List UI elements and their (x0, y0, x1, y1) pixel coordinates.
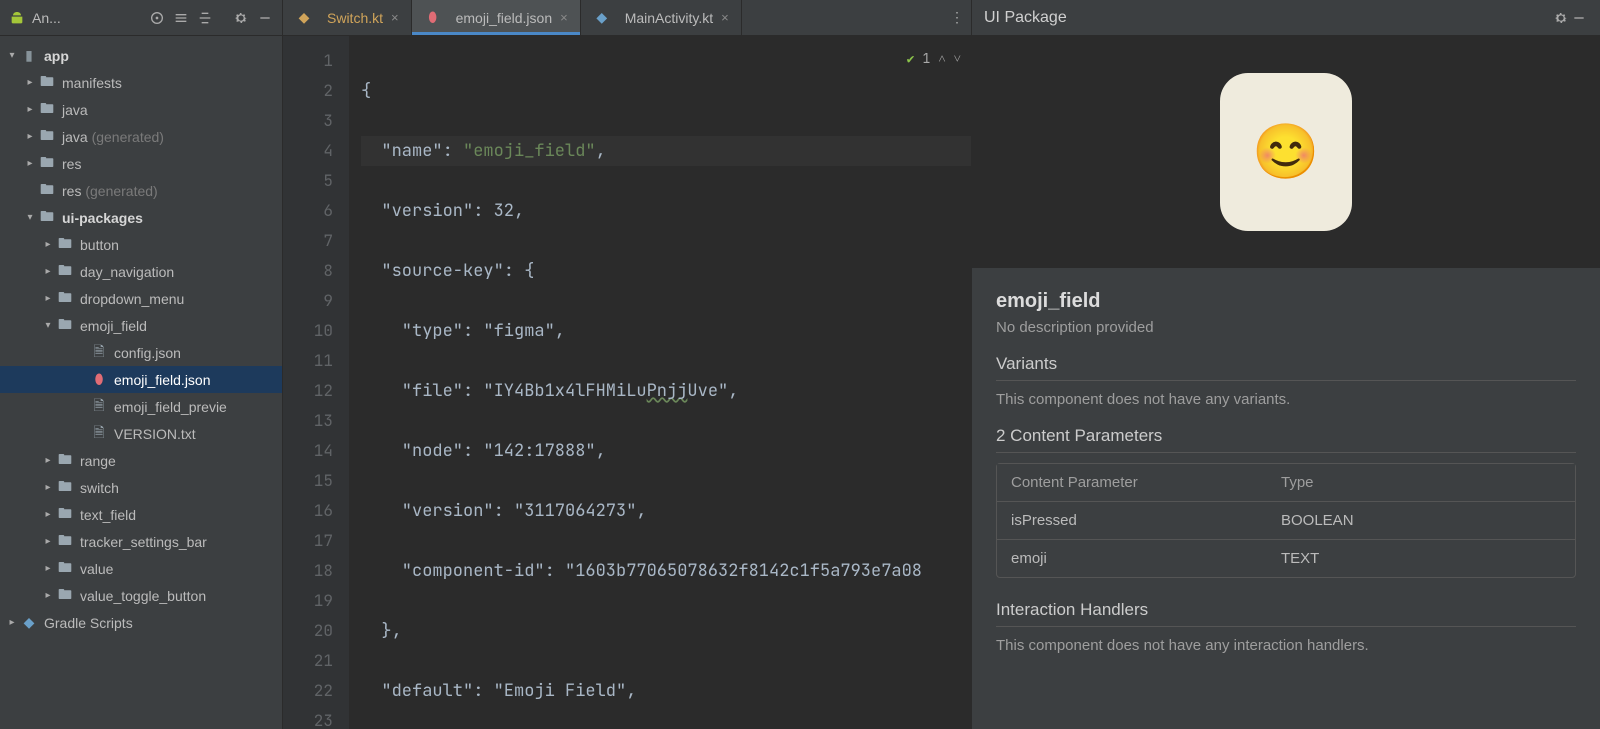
tree-node-range[interactable]: ▸🖿range (0, 447, 282, 474)
project-panel: An... ▾▮app ▸🖿manifests ▸🖿java ▸🖿java (g… (0, 0, 282, 729)
code-area[interactable]: { "name": "emoji_field", "version": 32, … (349, 36, 971, 729)
emoji-preview-card: 😊 (1220, 73, 1352, 231)
expand-icon[interactable] (172, 9, 190, 27)
tree-node-tracker-settings-bar[interactable]: ▸🖿tracker_settings_bar (0, 528, 282, 555)
android-icon[interactable] (8, 9, 26, 27)
tree-file-emoji-field-preview[interactable]: 🗎emoji_field_previe (0, 393, 282, 420)
close-icon[interactable]: × (391, 10, 399, 25)
gutter: 1234567891011121314151617181920212223 (283, 36, 349, 729)
project-tree: ▾▮app ▸🖿manifests ▸🖿java ▸🖿java (generat… (0, 36, 282, 729)
table-header-row: Content Parameter Type (997, 464, 1575, 501)
chevron-down-icon[interactable]: ˅ (954, 44, 961, 74)
tree-file-version-txt[interactable]: 🗎VERSION.txt (0, 420, 282, 447)
component-details: emoji_field No description provided Vari… (972, 268, 1600, 729)
tree-node-java-generated[interactable]: ▸🖿java (generated) (0, 123, 282, 150)
col-content-parameter: Content Parameter (997, 464, 1267, 501)
tree-node-manifests[interactable]: ▸🖿manifests (0, 69, 282, 96)
col-type: Type (1267, 464, 1575, 501)
collapse-icon[interactable] (196, 9, 214, 27)
tree-node-switch[interactable]: ▸🖿switch (0, 474, 282, 501)
check-icon: ✔ (907, 44, 915, 74)
target-icon[interactable] (148, 9, 166, 27)
tree-node-button[interactable]: ▸🖿button (0, 231, 282, 258)
minimize-icon[interactable] (1570, 9, 1588, 27)
gear-icon[interactable] (232, 9, 250, 27)
tree-node-java[interactable]: ▸🖿java (0, 96, 282, 123)
component-description: No description provided (996, 319, 1576, 336)
ui-package-header: UI Package (972, 0, 1600, 36)
minimize-icon[interactable] (256, 9, 274, 27)
editor-panel: ◆ Switch.kt × ⬮ emoji_field.json × ◆ Mai… (282, 0, 971, 729)
tree-node-dropdown-menu[interactable]: ▸🖿dropdown_menu (0, 285, 282, 312)
component-name: emoji_field (996, 290, 1576, 313)
chevron-up-icon[interactable]: ˄ (938, 44, 945, 74)
tab-emoji-field-json[interactable]: ⬮ emoji_field.json × (412, 0, 581, 35)
ui-package-panel: UI Package 😊 emoji_field No description … (971, 0, 1600, 729)
inspection-overlay: ✔ 1 ˄ ˅ (907, 44, 961, 74)
interactions-note: This component does not have any interac… (996, 637, 1576, 654)
interactions-heading: Interaction Handlers (996, 600, 1576, 627)
code-editor[interactable]: 1234567891011121314151617181920212223 { … (283, 36, 971, 729)
tab-main-activity-kt[interactable]: ◆ MainActivity.kt × (581, 0, 742, 35)
params-table: Content Parameter Type isPressed BOOLEAN… (996, 463, 1576, 578)
tree-node-app[interactable]: ▾▮app (0, 42, 282, 69)
gear-icon[interactable] (1552, 9, 1570, 27)
tree-node-value-toggle-button[interactable]: ▸🖿value_toggle_button (0, 582, 282, 609)
close-icon[interactable]: × (721, 10, 729, 25)
tree-node-text-field[interactable]: ▸🖿text_field (0, 501, 282, 528)
close-icon[interactable]: × (560, 10, 568, 25)
component-preview: 😊 (972, 36, 1600, 268)
tree-file-config-json[interactable]: 🗎config.json (0, 339, 282, 366)
panel-title: UI Package (984, 9, 1067, 27)
tree-node-ui-packages[interactable]: ▾🖿ui-packages (0, 204, 282, 231)
tree-node-gradle-scripts[interactable]: ▸◆Gradle Scripts (0, 609, 282, 636)
project-title: An... (32, 10, 142, 26)
editor-tabs: ◆ Switch.kt × ⬮ emoji_field.json × ◆ Mai… (283, 0, 971, 36)
tree-node-emoji-field[interactable]: ▾🖿emoji_field (0, 312, 282, 339)
tab-switch-kt[interactable]: ◆ Switch.kt × (283, 0, 412, 35)
tree-node-day-navigation[interactable]: ▸🖿day_navigation (0, 258, 282, 285)
table-row: isPressed BOOLEAN (997, 501, 1575, 539)
project-toolbar: An... (0, 0, 282, 36)
tree-node-res-generated[interactable]: 🖿res (generated) (0, 177, 282, 204)
emoji-glyph: 😊 (1252, 121, 1319, 184)
variants-note: This component does not have any variant… (996, 391, 1576, 408)
tabs-overflow-icon[interactable]: ⋮ (943, 0, 971, 35)
tree-node-value[interactable]: ▸🖿value (0, 555, 282, 582)
tree-file-emoji-field-json[interactable]: ⬮emoji_field.json (0, 366, 282, 393)
table-row: emoji TEXT (997, 539, 1575, 577)
content-params-heading: 2 Content Parameters (996, 426, 1576, 453)
variants-heading: Variants (996, 354, 1576, 381)
inspection-count: 1 (923, 44, 931, 74)
tree-node-res[interactable]: ▸🖿res (0, 150, 282, 177)
